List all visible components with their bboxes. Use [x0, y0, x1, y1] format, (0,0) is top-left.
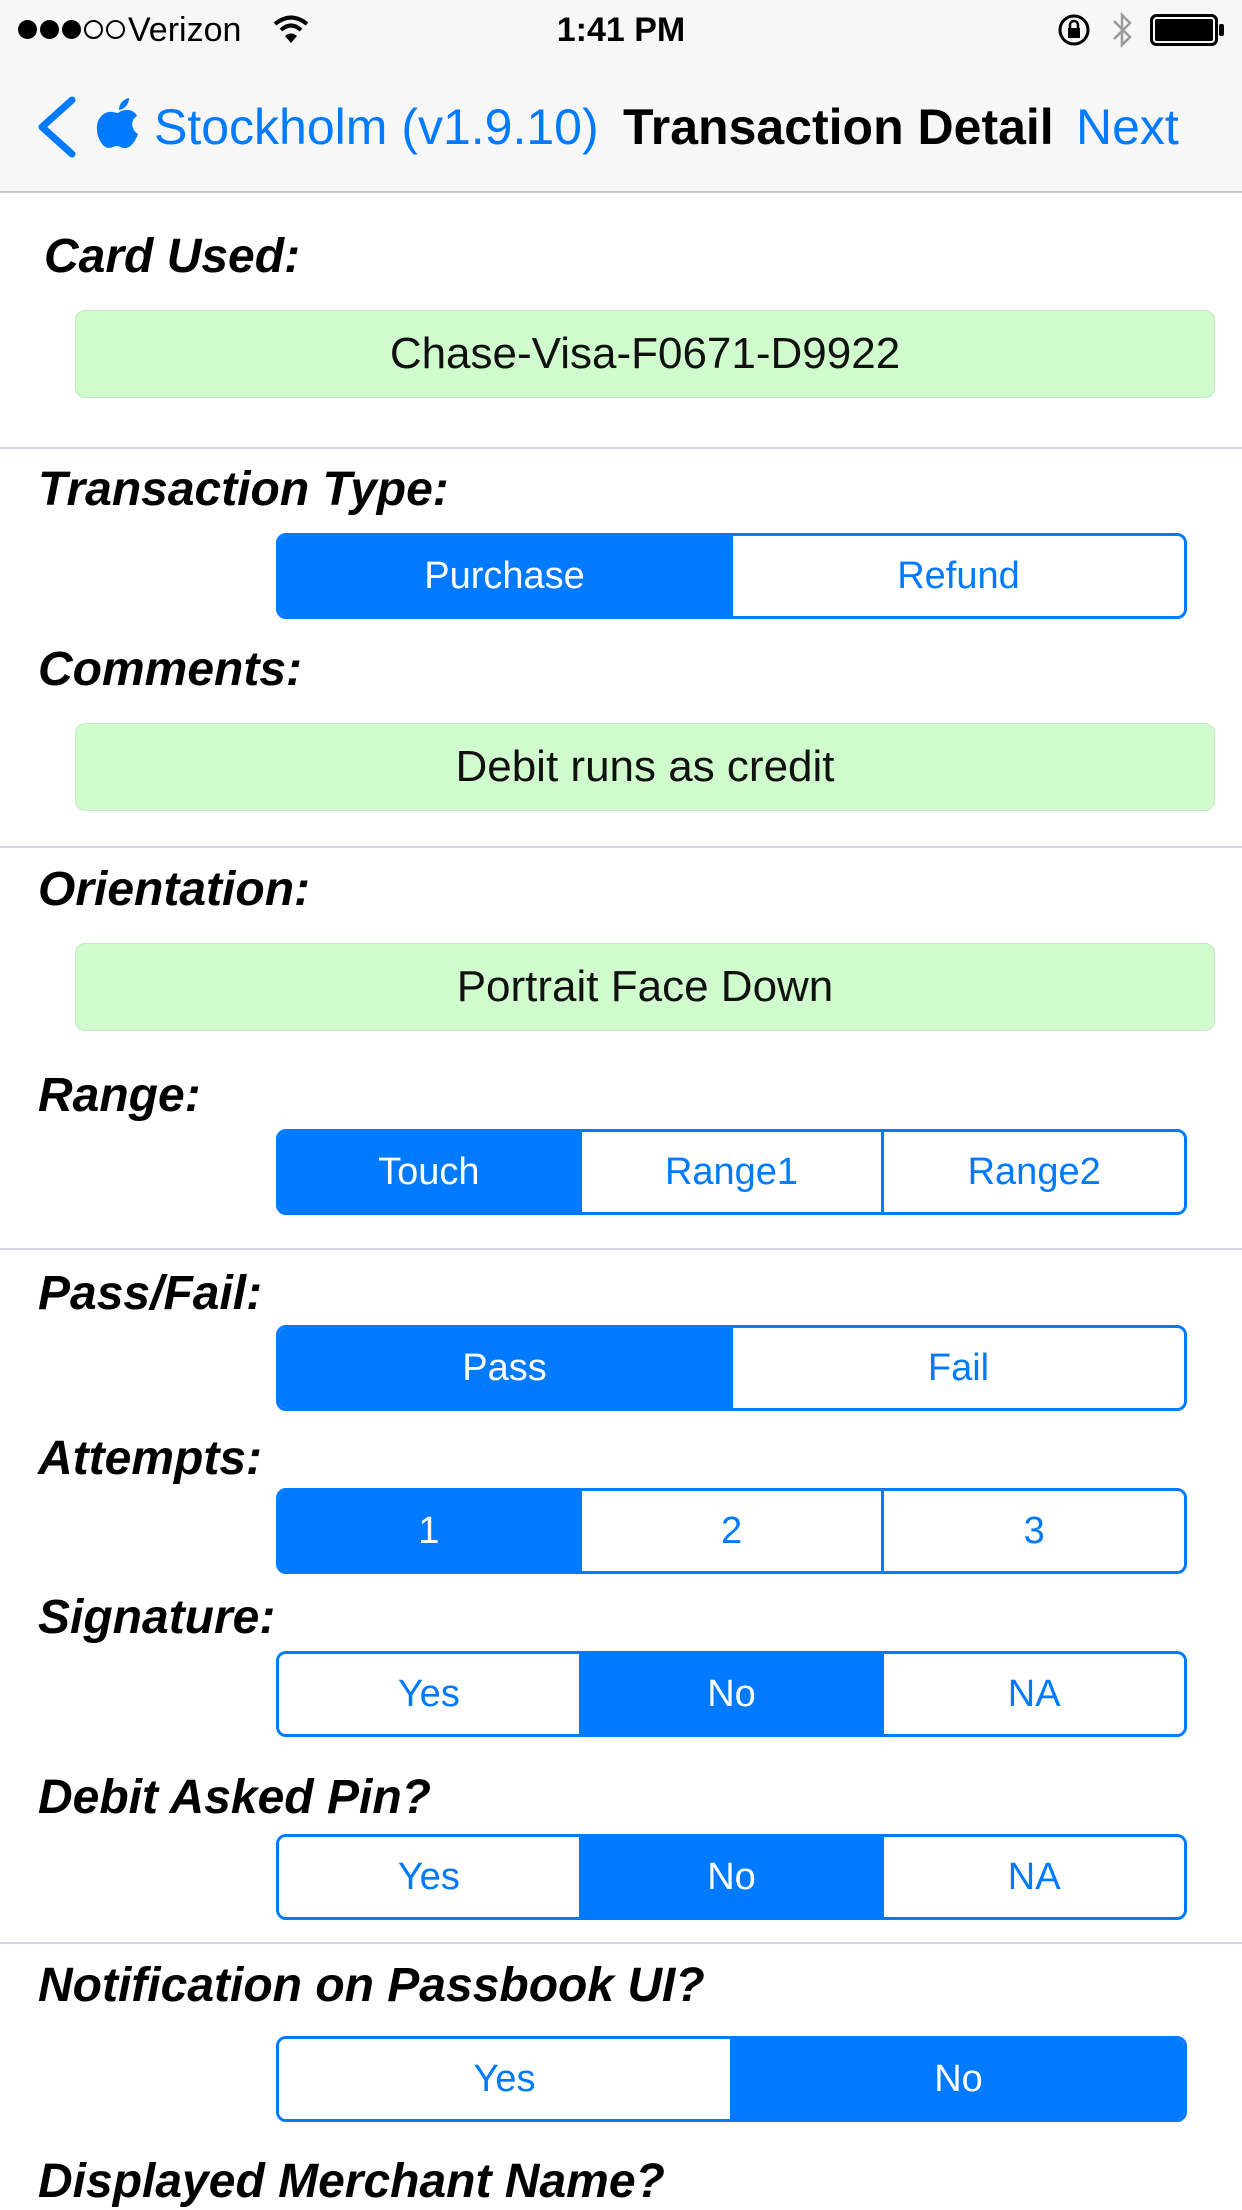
signature-yes-segment[interactable]: Yes: [279, 1654, 579, 1734]
range-label: Range:: [38, 1069, 201, 1122]
signature-no-segment[interactable]: No: [578, 1654, 882, 1734]
chevron-left-icon[interactable]: [34, 96, 78, 158]
card-used-field[interactable]: Chase-Visa-F0671-D9922: [75, 310, 1215, 398]
back-button[interactable]: Stockholm (v1.9.10): [154, 97, 599, 157]
transaction-type-purchase-segment[interactable]: Purchase: [279, 536, 730, 616]
comments-field[interactable]: Debit runs as credit: [75, 723, 1215, 811]
card-used-label: Card Used:: [44, 230, 301, 283]
range-segmented-control[interactable]: Touch Range1 Range2: [276, 1129, 1187, 1215]
status-time: 1:41 PM: [556, 11, 686, 49]
range-range2-segment[interactable]: Range2: [881, 1132, 1184, 1212]
attempts-2-segment[interactable]: 2: [578, 1491, 882, 1571]
rotation-lock-icon: [1058, 14, 1090, 46]
apple-icon: [96, 98, 138, 149]
section-divider: [0, 846, 1242, 848]
signature-na-segment[interactable]: NA: [881, 1654, 1184, 1734]
attempts-3-segment[interactable]: 3: [881, 1491, 1184, 1571]
notification-no-segment[interactable]: No: [730, 2039, 1184, 2119]
section-divider: [0, 1942, 1242, 1944]
transaction-type-refund-segment[interactable]: Refund: [730, 536, 1184, 616]
range-range1-segment[interactable]: Range1: [578, 1132, 882, 1212]
section-divider: [0, 447, 1242, 449]
transaction-type-segmented-control[interactable]: Purchase Refund: [276, 533, 1187, 619]
notification-passbook-label: Notification on Passbook UI?: [38, 1959, 705, 2012]
transaction-type-label: Transaction Type:: [38, 463, 449, 516]
pass-fail-segmented-control[interactable]: Pass Fail: [276, 1325, 1187, 1411]
orientation-field[interactable]: Portrait Face Down: [75, 943, 1215, 1031]
debit-pin-no-segment[interactable]: No: [578, 1837, 882, 1917]
attempts-segmented-control[interactable]: 1 2 3: [276, 1488, 1187, 1574]
debit-asked-pin-label: Debit Asked Pin?: [38, 1771, 431, 1824]
debit-pin-na-segment[interactable]: NA: [881, 1837, 1184, 1917]
attempts-1-segment[interactable]: 1: [279, 1491, 579, 1571]
orientation-label: Orientation:: [38, 863, 310, 916]
signature-label: Signature:: [38, 1591, 276, 1644]
displayed-merchant-name-label: Displayed Merchant Name?: [38, 2155, 665, 2208]
comments-label: Comments:: [38, 643, 303, 696]
debit-pin-yes-segment[interactable]: Yes: [279, 1837, 579, 1917]
range-touch-segment[interactable]: Touch: [279, 1132, 579, 1212]
pass-fail-label: Pass/Fail:: [38, 1267, 263, 1320]
signature-segmented-control[interactable]: Yes No NA: [276, 1651, 1187, 1737]
bluetooth-icon: [1113, 11, 1132, 49]
battery-icon: [1150, 14, 1224, 46]
attempts-label: Attempts:: [38, 1432, 262, 1485]
page-title: Transaction Detail: [623, 99, 1054, 155]
pass-segment[interactable]: Pass: [279, 1328, 730, 1408]
notification-passbook-segmented-control[interactable]: Yes No: [276, 2036, 1187, 2122]
fail-segment[interactable]: Fail: [730, 1328, 1184, 1408]
next-button[interactable]: Next: [1076, 97, 1179, 157]
section-divider: [0, 1248, 1242, 1250]
notification-yes-segment[interactable]: Yes: [279, 2039, 730, 2119]
debit-asked-pin-segmented-control[interactable]: Yes No NA: [276, 1834, 1187, 1920]
